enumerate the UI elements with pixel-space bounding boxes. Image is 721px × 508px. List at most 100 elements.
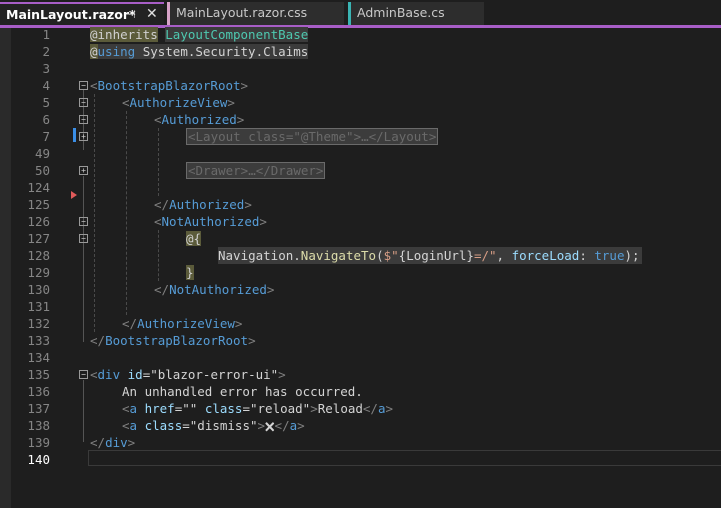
tab-label: MainLayout.razor* — [6, 7, 136, 22]
line-number: 130 — [27, 282, 50, 297]
line-number: 135 — [27, 367, 50, 382]
code-line-50[interactable]: <Drawer>…</Drawer> — [186, 162, 326, 179]
attribute-value: "blazor-error-ui" — [150, 367, 279, 382]
line-number: 50 — [34, 163, 50, 178]
expand-toggle-icon[interactable]: + — [79, 132, 88, 141]
line-number: 1 — [42, 27, 50, 42]
fold-toggle-icon[interactable]: − — [79, 115, 88, 124]
tag-name: a — [289, 418, 298, 433]
code-line-138: <a class="dismiss">🗙</a> — [122, 418, 305, 433]
directive: @inherits — [90, 27, 158, 42]
tag-name: AuthorizeView — [137, 316, 235, 331]
indent-guide — [126, 111, 127, 315]
line-number: 132 — [27, 316, 50, 331]
collapsed-region[interactable]: <Drawer>…</Drawer> — [186, 162, 326, 179]
line-number: 49 — [34, 146, 50, 161]
tab-mainlayout-razor[interactable]: MainLayout.razor* ⊣ ✕ — [0, 2, 164, 25]
code-line-126: <NotAuthorized> — [154, 214, 267, 229]
tab-label: AdminBase.cs — [357, 5, 445, 20]
line-number: 129 — [27, 265, 50, 280]
code-line-2: @using System.Security.Claims — [90, 43, 309, 60]
tag-name: Authorized — [161, 112, 237, 127]
tag-name: a — [129, 418, 138, 433]
fold-toggle-icon[interactable]: − — [79, 81, 88, 90]
fold-line — [83, 176, 84, 342]
attribute-name: class — [144, 418, 183, 433]
method-name: NavigateTo — [300, 248, 377, 263]
line-number: 127 — [27, 231, 50, 246]
text-content: Reload — [317, 401, 363, 416]
fold-toggle-icon[interactable]: − — [79, 370, 88, 379]
tag-name: Authorized — [169, 197, 245, 212]
indent-guide — [158, 128, 159, 196]
code-line-132: </AuthorizeView> — [122, 316, 243, 331]
pin-icon[interactable]: ⊣ — [126, 4, 136, 25]
identifier: LoginUrl — [406, 248, 467, 263]
line-number: 138 — [27, 418, 50, 433]
line-number: 136 — [27, 384, 50, 399]
close-icon[interactable]: ✕ — [146, 4, 158, 25]
punctuation: ( — [376, 248, 384, 263]
line-number: 139 — [27, 435, 50, 450]
punctuation: : — [579, 248, 595, 263]
code-line-129: } — [186, 264, 194, 281]
fold-toggle-icon[interactable]: − — [79, 234, 88, 243]
collapsed-region[interactable]: <Layout class="@Theme">…</Layout> — [186, 128, 439, 145]
close-icon: 🗙 — [265, 418, 275, 433]
tag-name: div — [105, 435, 128, 450]
tag-name: a — [377, 401, 386, 416]
tag-name: div — [97, 367, 121, 382]
keyword: true — [594, 248, 625, 263]
indent-guide — [94, 94, 95, 332]
string: $" — [383, 248, 399, 263]
line-number: 6 — [42, 112, 50, 127]
attribute-name: id — [127, 367, 143, 382]
code-line-133: </BootstrapBlazorRoot> — [90, 333, 256, 348]
tab-label: MainLayout.razor.css — [176, 5, 308, 20]
tag-name: BootstrapBlazorRoot — [97, 78, 241, 93]
code-line-7[interactable]: <Layout class="@Theme">…</Layout> — [186, 128, 439, 145]
indent-guide — [158, 230, 159, 281]
fold-toggle-icon[interactable]: − — [79, 98, 88, 107]
attribute-value: "dismiss" — [189, 418, 258, 433]
code-line-1: @inherits LayoutComponentBase — [90, 26, 309, 43]
tag-name: NotAuthorized — [161, 214, 260, 229]
line-number: 137 — [27, 401, 50, 416]
attribute-value: "reload" — [250, 401, 311, 416]
line-number: 124 — [27, 180, 50, 195]
code-line-139: </div> — [90, 435, 136, 450]
tab-adminbase-cs[interactable]: AdminBase.cs — [348, 2, 484, 25]
code-line-6: <Authorized> — [154, 112, 245, 127]
line-number: 133 — [27, 333, 50, 348]
current-line-highlight — [88, 450, 721, 466]
parameter-name: forceLoad — [511, 248, 580, 263]
punctuation: . — [293, 248, 301, 263]
code-line-4: <BootstrapBlazorRoot> — [90, 78, 249, 93]
tag-name: BootstrapBlazorRoot — [105, 333, 249, 348]
line-number: 128 — [27, 248, 50, 263]
fold-toggle-icon[interactable]: − — [79, 217, 88, 226]
code-line-137: <a href="" class="reload">Reload</a> — [122, 401, 394, 416]
line-number: 126 — [27, 214, 50, 229]
code-block-end: } — [186, 265, 194, 280]
code-line-135: <div id="blazor-error-ui"> — [90, 367, 286, 382]
line-number: 4 — [42, 78, 50, 93]
directive: @ — [90, 44, 98, 59]
tab-bar: MainLayout.razor* ⊣ ✕ MainLayout.razor.c… — [0, 0, 721, 25]
punctuation: } — [466, 248, 474, 263]
tab-mainlayout-razor-css[interactable]: MainLayout.razor.css — [167, 2, 344, 25]
breakpoint-arrow-icon — [71, 191, 77, 199]
code-line-128: Navigation.NavigateTo($"{LoginUrl}=/", f… — [218, 247, 642, 264]
code-line-136: An unhandled error has occurred. — [122, 383, 363, 400]
text-content: An unhandled error has occurred. — [122, 384, 363, 399]
attribute-name: href — [144, 401, 175, 416]
change-marker — [73, 128, 76, 142]
line-number: 3 — [42, 61, 50, 76]
expand-toggle-icon[interactable]: + — [79, 166, 88, 175]
line-number: 5 — [42, 95, 50, 110]
attribute-value: "" — [182, 401, 198, 416]
line-number: 131 — [27, 299, 50, 314]
keyword: using — [97, 44, 136, 59]
tag-name: NotAuthorized — [169, 282, 267, 297]
fold-line — [83, 380, 84, 442]
